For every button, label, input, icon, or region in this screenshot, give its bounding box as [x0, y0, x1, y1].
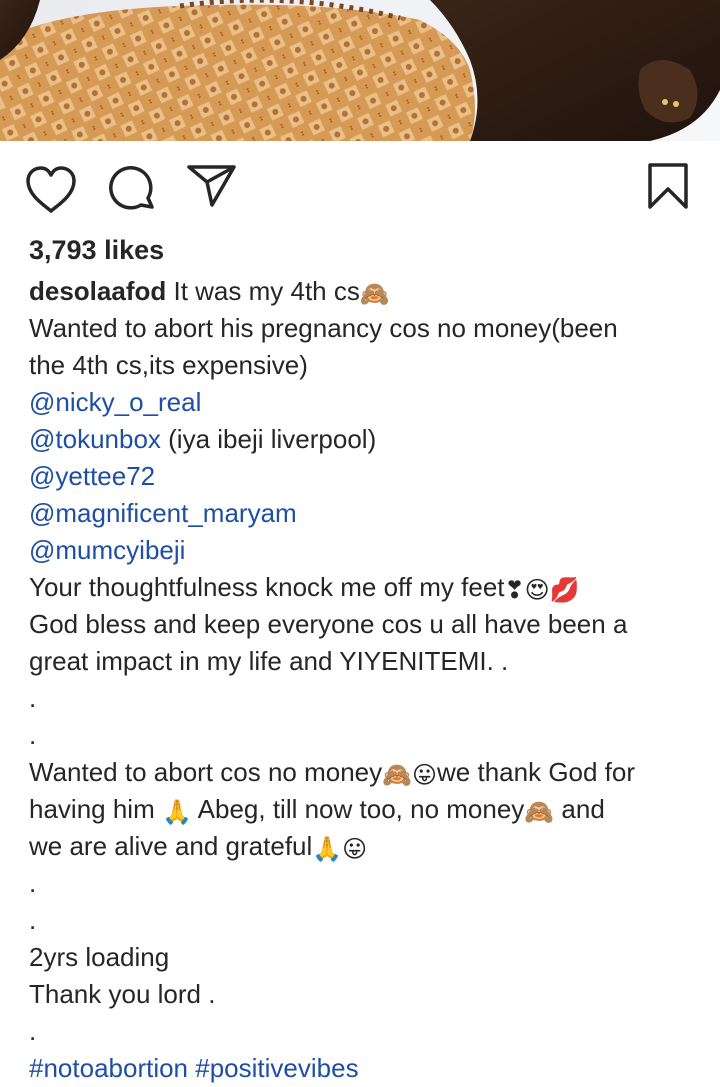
caption-line: God bless and keep everyone cos u all ha… — [29, 609, 628, 639]
caption-text: (iya ibeji liverpool) — [160, 424, 377, 454]
caption-line: 2yrs loading — [29, 942, 170, 972]
heart-eyes-kiss-icon: ❣😍💋 — [504, 577, 580, 604]
caption-dot: . — [29, 720, 37, 750]
caption-line: @yettee72 — [29, 458, 701, 495]
caption-line: having him 🙏 Abeg, till now too, no mone… — [29, 791, 701, 828]
caption-line: Wanted to abort his pregnancy cos no mon… — [29, 313, 618, 343]
caption-line: the 4th cs,its expensive) — [29, 350, 308, 380]
bookmark-icon — [648, 163, 688, 209]
mention-link[interactable]: @yettee72 — [29, 461, 155, 491]
paper-plane-icon — [187, 165, 236, 207]
comment-bubble-icon — [109, 166, 154, 210]
caption-dot: . — [29, 1016, 37, 1046]
caption-text: we are alive and grateful — [29, 831, 313, 861]
heart-icon — [26, 166, 76, 213]
caption-dot: . — [29, 905, 37, 935]
post-caption: desolaafod It was my 4th cs🙈 Wanted to a… — [29, 273, 701, 1087]
caption-dot: . — [29, 868, 37, 898]
caption-text: Wanted to abort cos no money — [29, 757, 383, 787]
save-button[interactable] — [644, 161, 692, 213]
photo-image — [0, 0, 720, 141]
see-no-evil-monkey-icon: 🙈 — [524, 799, 555, 826]
caption-dot: . — [29, 683, 37, 713]
praying-hands-tongue-icon: 🙏😛 — [312, 836, 368, 863]
caption-line: @tokunbox (iya ibeji liverpool) — [29, 421, 701, 458]
mention-link[interactable]: @nicky_o_real — [29, 387, 201, 417]
caption-line: Thank you lord . — [29, 979, 216, 1009]
hashtag-link[interactable]: #positivevibes — [195, 1053, 358, 1083]
likes-count[interactable]: 3,793 likes — [29, 233, 164, 267]
action-bar — [0, 141, 720, 233]
comment-button[interactable] — [108, 165, 158, 215]
caption-line: @magnificent_maryam — [29, 495, 701, 532]
caption-text: It was my 4th cs — [166, 276, 360, 306]
praying-hands-icon: 🙏 — [161, 799, 192, 826]
see-no-evil-monkey-icon: 🙈 — [359, 281, 390, 308]
caption-text: and — [554, 794, 605, 824]
monkey-tongue-icon: 🙈😛 — [382, 762, 438, 789]
caption-text: having him — [29, 794, 162, 824]
caption-line: we are alive and grateful🙏😛 — [29, 828, 701, 865]
share-button[interactable] — [186, 163, 238, 209]
hashtag-link[interactable]: #notoabortion — [29, 1053, 188, 1083]
like-button[interactable] — [24, 165, 78, 215]
mention-link[interactable]: @tokunbox — [29, 424, 161, 454]
caption-text: Your thoughtfulness knock me off my feet — [29, 572, 505, 602]
caption-line: @mumcyibeji — [29, 532, 701, 569]
caption-line: @nicky_o_real — [29, 384, 701, 421]
caption-line: great impact in my life and YIYENITEMI. … — [29, 646, 509, 676]
caption-text: we thank God for — [437, 757, 636, 787]
caption-line: desolaafod It was my 4th cs🙈 — [29, 273, 701, 310]
username-link[interactable]: desolaafod — [29, 276, 166, 306]
caption-line: Wanted to abort cos no money🙈😛we thank G… — [29, 754, 701, 791]
caption-text: Abeg, till now too, no money — [191, 794, 525, 824]
caption-line: #notoabortion #positivevibes — [29, 1050, 701, 1087]
mention-link[interactable]: @mumcyibeji — [29, 535, 185, 565]
mention-link[interactable]: @magnificent_maryam — [29, 498, 297, 528]
post-photo[interactable] — [0, 0, 720, 141]
caption-line: Your thoughtfulness knock me off my feet… — [29, 569, 701, 606]
